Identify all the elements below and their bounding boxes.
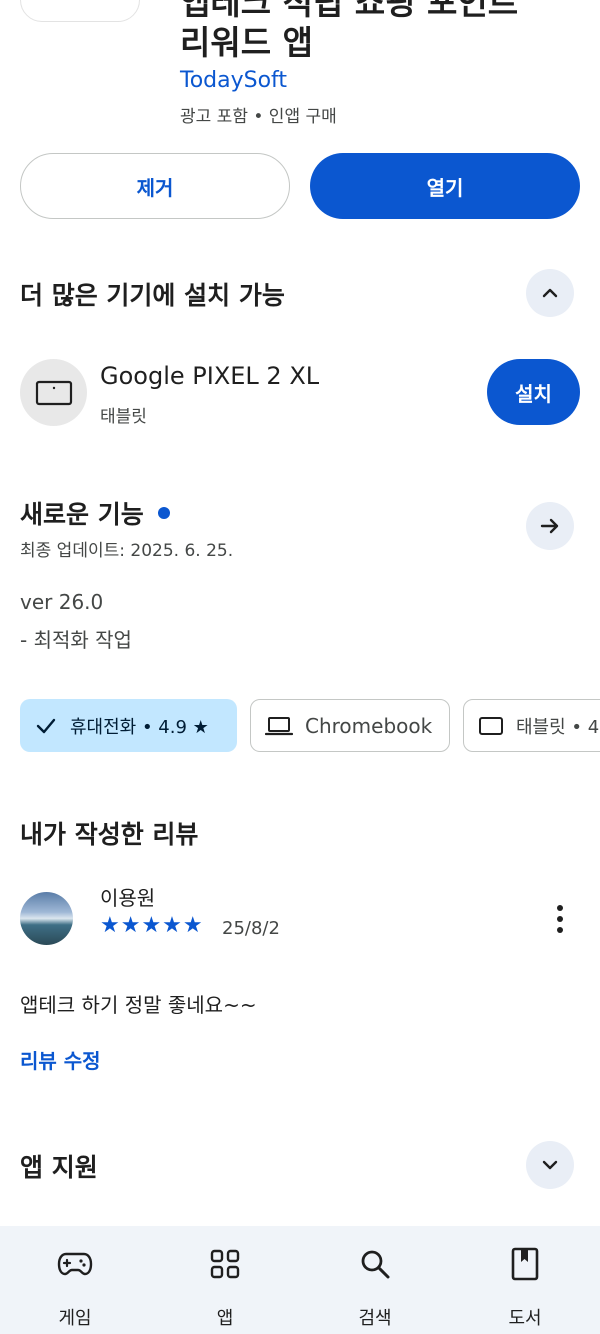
edit-review-link[interactable]: 리뷰 수정 — [20, 1045, 101, 1074]
chip-phone-label: 휴대전화 • 4.9 ★ — [70, 716, 209, 738]
tablet-icon — [35, 380, 72, 405]
nav-item-books[interactable]: 도서 — [450, 1226, 600, 1334]
whats-new-arrow-button[interactable] — [526, 502, 574, 550]
version-text: ver 26.0 — [20, 590, 104, 614]
more-vert-icon — [557, 905, 563, 933]
bottom-nav: 게임 앱 검색 도서 — [0, 1226, 600, 1334]
search-icon — [361, 1250, 390, 1279]
book-icon — [511, 1247, 539, 1281]
last-updated: 최종 업데이트: 2025. 6. 25. — [20, 541, 234, 561]
install-button[interactable]: 설치 — [487, 359, 580, 425]
nav-item-search[interactable]: 검색 — [300, 1226, 450, 1334]
gamepad-icon — [57, 1252, 93, 1276]
open-button[interactable]: 열기 — [310, 153, 580, 219]
app-title: 리워드 앱 — [180, 23, 313, 62]
chip-chromebook-label: Chromebook — [305, 713, 433, 738]
app-meta: 광고 포함 • 인앱 구매 — [180, 107, 337, 127]
nav-label-apps: 앱 — [216, 1308, 234, 1329]
avatar — [20, 892, 73, 945]
chevron-down-icon — [542, 1160, 558, 1170]
developer-link[interactable]: TodaySoft — [180, 68, 287, 93]
tablet-icon — [479, 716, 503, 735]
review-date: 25/8/2 — [222, 918, 280, 939]
check-icon — [36, 718, 56, 733]
collapse-button[interactable] — [526, 269, 574, 317]
device-icon — [20, 359, 87, 426]
whats-new-title: 새로운 기능 — [20, 495, 170, 531]
arrow-right-icon — [540, 518, 559, 534]
expand-support-button[interactable] — [526, 1141, 574, 1189]
reviewer-name: 이용원 — [100, 886, 156, 910]
device-name: Google PIXEL 2 XL — [100, 362, 320, 390]
app-support-title: 앱 지원 — [20, 1153, 98, 1182]
nav-item-apps[interactable]: 앱 — [150, 1226, 300, 1334]
device-type: 태블릿 — [100, 407, 147, 427]
uninstall-button[interactable]: 제거 — [20, 153, 290, 219]
new-indicator-dot — [157, 507, 170, 519]
nav-label-games: 게임 — [58, 1308, 92, 1329]
rating-stars: ★★★★★ — [100, 913, 204, 938]
my-review-title: 내가 작성한 리뷰 — [20, 820, 199, 849]
chip-phone[interactable]: 휴대전화 • 4.9 ★ — [20, 699, 237, 752]
chip-tablet[interactable]: 태블릿 • 4 — [463, 699, 600, 752]
review-text: 앱테크 하기 정말 좋네요~~ — [20, 993, 257, 1017]
chip-tablet-label: 태블릿 • 4 — [516, 716, 600, 738]
apps-grid-icon — [210, 1249, 240, 1279]
more-devices-title: 더 많은 기기에 설치 가능 — [20, 281, 285, 310]
nav-item-games[interactable]: 게임 — [0, 1226, 150, 1334]
laptop-icon — [265, 716, 293, 735]
whats-new-title-text: 새로운 기능 — [20, 500, 144, 529]
chip-chromebook[interactable]: Chromebook — [250, 699, 450, 752]
nav-label-search: 검색 — [358, 1308, 392, 1329]
nav-label-books: 도서 — [508, 1308, 542, 1329]
chevron-up-icon — [542, 288, 558, 298]
app-icon — [20, 0, 140, 22]
release-note: - 최적화 작업 — [20, 628, 132, 652]
more-options-button[interactable] — [548, 902, 572, 936]
